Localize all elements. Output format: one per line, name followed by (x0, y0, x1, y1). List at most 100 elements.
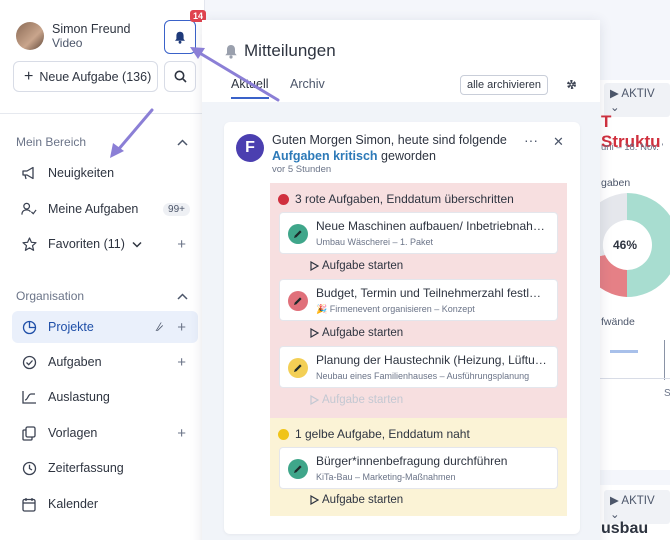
group-heading: 3 rote Aufgaben, Enddatum überschritten (278, 192, 514, 206)
sidebar-item-label: Projekte (48, 320, 94, 334)
sidebar-item-label: Meine Aufgaben (48, 202, 139, 216)
sidebar-item-label: Zeiterfassung (48, 461, 124, 475)
more-options-icon[interactable]: ··· (524, 132, 538, 148)
archive-all-button[interactable]: alle archivieren (460, 75, 548, 95)
section-label: Mein Bereich (16, 135, 87, 149)
start-label: Aufgabe starten (322, 494, 404, 506)
pencil-icon (288, 291, 308, 311)
start-task-button[interactable]: Aufgabe starten (310, 494, 403, 506)
task-subtitle: Umbau Wäscherei – 1. Paket (316, 237, 434, 247)
panel-title-text: Mitteilungen (244, 41, 336, 60)
message-text: geworden (377, 149, 436, 163)
megaphone-icon (21, 165, 37, 181)
red-dot-icon (278, 193, 289, 205)
sidebar-item-vorlagen[interactable]: Vorlagen + (12, 417, 198, 449)
chart-label-1: gaben (601, 177, 631, 189)
bell-icon (175, 31, 185, 44)
sidebar-item-label: Vorlagen (48, 426, 98, 440)
user-profile[interactable]: Simon Freund Video (16, 22, 131, 50)
notification-card[interactable]: F Guten Morgen Simon, heute sind folgend… (224, 122, 580, 534)
add-project-icon[interactable]: + (177, 319, 186, 336)
user-name: Simon Freund (52, 22, 131, 36)
sidebar-item-label: Aufgaben (48, 355, 102, 369)
avatar[interactable] (16, 22, 44, 50)
group-heading: 1 gelbe Aufgabe, Enddatum naht (278, 427, 470, 441)
sidebar-item-meine-aufgaben[interactable]: Meine Aufgaben 99+ (12, 193, 198, 225)
check-circle-icon (21, 354, 37, 370)
task-title: Budget, Termin und Teilnehmerzahl festl… (316, 286, 542, 300)
task-subtitle: Neubau eines Familienhauses – Ausführung… (316, 371, 530, 381)
bell-icon (225, 44, 237, 59)
task-card[interactable]: Planung der Haustechnik (Heizung, Lüftu…… (279, 346, 558, 388)
tab-archiv[interactable]: Archiv (290, 77, 325, 91)
yellow-tasks-group: 1 gelbe Aufgabe, Enddatum naht Bürger*in… (270, 418, 567, 516)
add-task-icon[interactable]: + (177, 354, 186, 371)
separator-line (600, 378, 670, 379)
vertical-line (664, 340, 665, 380)
search-button[interactable] (164, 61, 196, 92)
chevron-up-icon[interactable] (177, 292, 188, 300)
plus-icon: + (24, 67, 34, 85)
star-icon (21, 236, 37, 252)
task-subtitle: KiTa-Bau – Marketing-Maßnahmen (316, 472, 456, 482)
play-icon (310, 261, 319, 271)
start-label: Aufgabe starten (322, 327, 404, 339)
task-card[interactable]: Bürger*innenbefragung durchführen KiTa-B… (279, 447, 558, 489)
sidebar-item-zeiterfassung[interactable]: Zeiterfassung (12, 452, 198, 484)
chevron-down-icon[interactable] (132, 241, 142, 248)
sidebar-item-favoriten[interactable]: Favoriten (11) + (12, 228, 198, 260)
new-task-button[interactable]: + Neue Aufgabe (136) (13, 61, 158, 92)
close-icon[interactable]: ✕ (553, 134, 564, 150)
search-icon (174, 70, 187, 83)
notification-message: Guten Morgen Simon, heute sind folgende … (272, 132, 522, 164)
start-task-button-disabled: Aufgabe starten (310, 394, 403, 406)
sidebar-item-aufgaben[interactable]: Aufgaben + (12, 346, 198, 378)
sidebar-item-neuigkeiten[interactable]: Neuigkeiten (12, 157, 198, 189)
sidebar-item-kalender[interactable]: Kalender (12, 488, 198, 520)
task-title: Neue Maschinen aufbauen/ Inbetriebnah… (316, 219, 545, 233)
start-task-button[interactable]: Aufgabe starten (310, 260, 403, 272)
sidebar-item-label: Neuigkeiten (48, 166, 115, 180)
start-label: Aufgabe starten (322, 394, 404, 406)
chevron-up-icon[interactable] (177, 138, 188, 146)
divider (0, 113, 205, 114)
donut-percent: 46% (613, 238, 638, 252)
clock-icon (21, 460, 37, 476)
pencil-icon (288, 224, 308, 244)
task-card[interactable]: Budget, Termin und Teilnehmerzahl festl…… (279, 279, 558, 321)
sidebar-item-projekte[interactable]: Projekte ⁄̷ + (12, 311, 198, 343)
task-subtitle: 🎉 Firmenevent organisieren – Konzept (316, 304, 475, 314)
project-title-fragment-2: usbau (601, 520, 649, 537)
play-icon (310, 328, 319, 338)
section-label: Organisation (16, 289, 85, 303)
pie-icon (21, 319, 37, 335)
project-date-fragment: uni – 18. Nov. ' (601, 142, 664, 153)
start-task-button[interactable]: Aufgabe starten (310, 327, 403, 339)
task-card[interactable]: Neue Maschinen aufbauen/ Inbetriebnah… U… (279, 212, 558, 254)
status-dropdown-2[interactable]: ▶ AKTIV ⌄ (604, 490, 670, 524)
tab-aktuell[interactable]: Aktuell (231, 77, 269, 99)
message-highlight-link[interactable]: Aufgaben kritisch (272, 149, 378, 163)
progress-bar (610, 350, 638, 353)
task-title: Planung der Haustechnik (Heizung, Lüftu… (316, 353, 547, 367)
gear-icon[interactable] (565, 78, 578, 91)
new-task-label: Neue Aufgabe (136) (39, 69, 152, 84)
task-title: Bürger*innenbefragung durchführen (316, 454, 508, 468)
yellow-dot-icon (278, 428, 289, 440)
red-tasks-group: 3 rote Aufgaben, Enddatum überschritten … (270, 183, 567, 418)
calendar-icon (21, 496, 37, 512)
add-favorite-icon[interactable]: + (177, 236, 186, 253)
sidebar-item-label: Kalender (48, 497, 99, 511)
play-icon (310, 495, 319, 505)
add-template-icon[interactable]: + (177, 425, 186, 442)
section-organisation[interactable]: Organisation (16, 289, 188, 303)
notification-time: vor 5 Stunden (272, 164, 332, 175)
sidebar-item-auslastung[interactable]: Auslastung (12, 381, 198, 413)
section-mein-bereich[interactable]: Mein Bereich (16, 135, 188, 149)
play-icon (310, 395, 319, 405)
notifications-panel: Mitteilungen Aktuell Archiv alle archivi… (202, 20, 600, 540)
notifications-button[interactable] (164, 20, 196, 54)
count-pill: 99+ (163, 202, 190, 216)
message-text: Guten Morgen Simon, heute sind folgende (272, 133, 507, 147)
magic-wand-icon[interactable]: ⁄̷ (158, 320, 160, 334)
